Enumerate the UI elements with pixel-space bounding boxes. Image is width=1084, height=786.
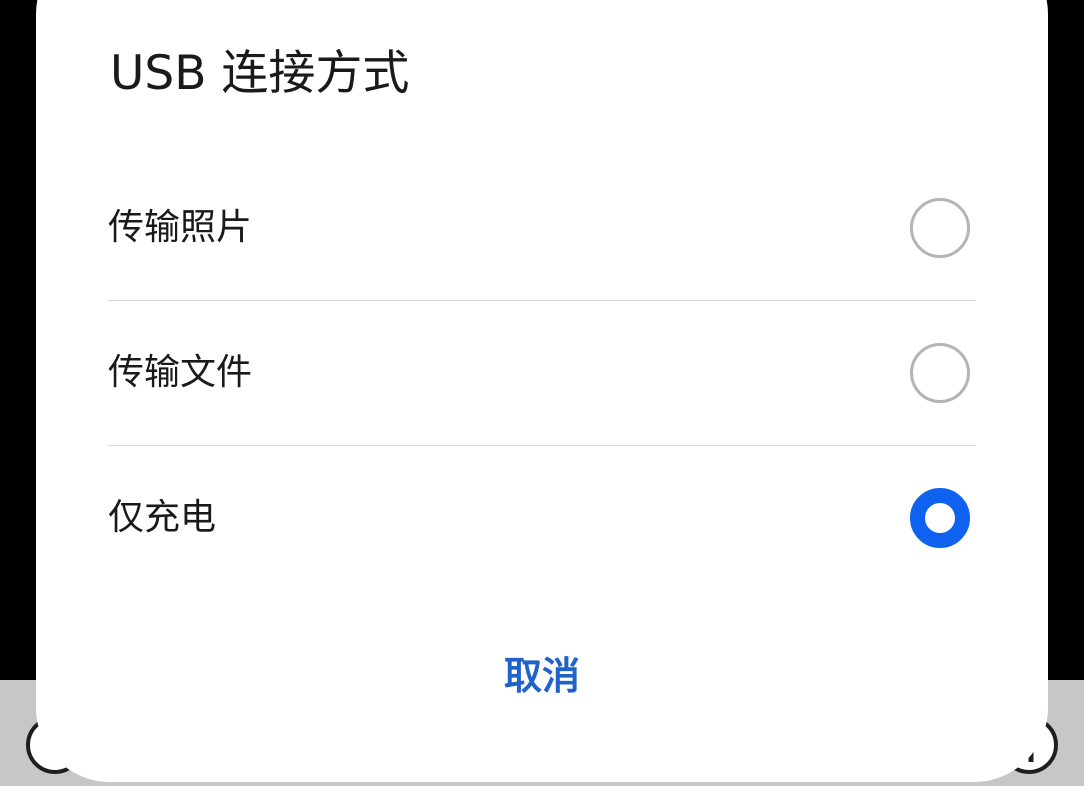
option-label: 传输照片 [108, 207, 253, 248]
dialog-title: USB 连接方式 [110, 46, 410, 101]
option-transfer-photos[interactable]: 传输照片 [108, 156, 976, 301]
option-label: 传输文件 [108, 352, 253, 393]
option-transfer-files[interactable]: 传输文件 [108, 301, 976, 446]
radio-button-selected[interactable] [910, 488, 970, 548]
radio-button-unselected[interactable] [910, 343, 970, 403]
usb-connection-dialog: USB 连接方式 传输照片 传输文件 仅充电 取消 [36, 0, 1048, 782]
cancel-button[interactable]: 取消 [442, 640, 642, 712]
radio-button-unselected[interactable] [910, 198, 970, 258]
option-label: 仅充电 [108, 497, 217, 538]
option-charge-only[interactable]: 仅充电 [108, 446, 976, 591]
